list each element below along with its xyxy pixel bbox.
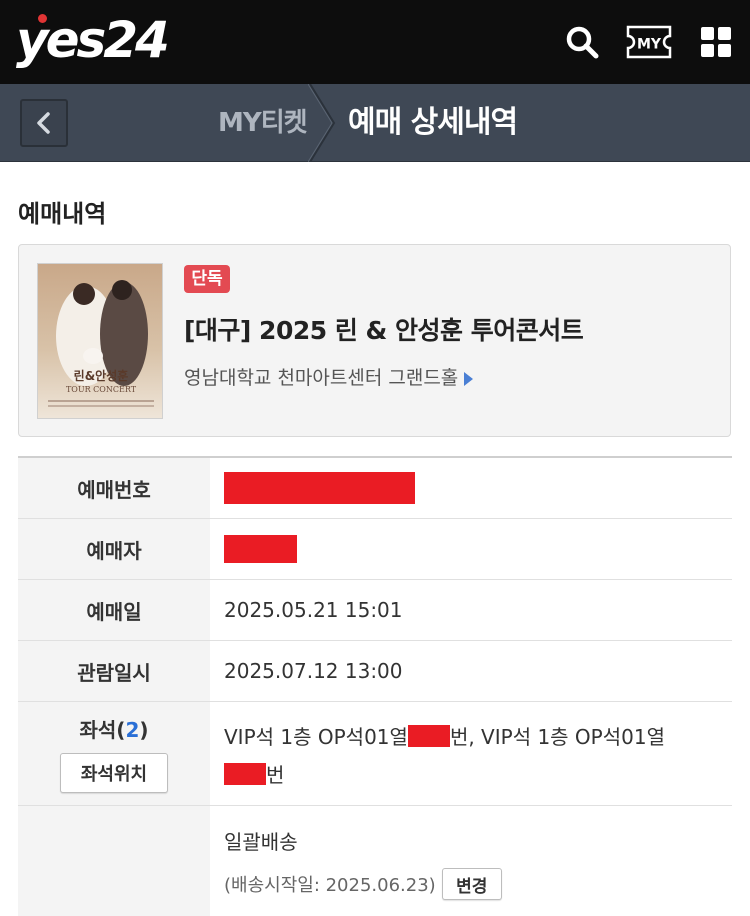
logo-dot xyxy=(38,14,47,23)
venue-link[interactable]: 영남대학교 천마아트센터 그랜드홀 xyxy=(184,363,474,390)
delivery-method: 일괄배송 xyxy=(224,830,298,854)
row-seats: 좌석(2) 좌석위치 VIP석 1층 OP석01열 번, VIP석 1층 OP석0… xyxy=(18,702,732,806)
chevron-left-icon xyxy=(37,112,50,134)
viewing-date-label: 관람일시 xyxy=(18,641,210,701)
row-booking-number: 예매번호 xyxy=(18,458,732,519)
poster-subtitle: TOUR CONCERT xyxy=(66,385,137,394)
venue-name: 영남대학교 천마아트센터 그랜드홀 xyxy=(184,367,459,389)
event-title[interactable]: [대구] 2025 린 & 안성훈 투어콘서트 xyxy=(184,311,584,347)
row-booker: 예매자 xyxy=(18,519,732,580)
row-delivery: 일괄배송 (배송시작일: 2025.06.23) 변경 xyxy=(18,806,732,916)
seat-count: 2 xyxy=(125,718,140,742)
booker-label: 예매자 xyxy=(18,519,210,579)
seat-number-redacted xyxy=(224,763,266,785)
booking-number-label: 예매번호 xyxy=(18,458,210,518)
breadcrumb-parent[interactable]: MY티켓 xyxy=(218,84,308,162)
seat-map-button[interactable]: 좌석위치 xyxy=(60,753,168,793)
my-ticket-icon[interactable]: MY xyxy=(624,22,674,62)
booking-date-label: 예매일 xyxy=(18,580,210,640)
delivery-start-date: (배송시작일: 2025.06.23) xyxy=(224,875,436,896)
seats-label: 좌석(2) xyxy=(79,718,149,742)
breadcrumb-separator xyxy=(308,84,336,162)
section-title: 예매내역 xyxy=(18,200,107,228)
row-booking-date: 예매일 2025.05.21 15:01 xyxy=(18,580,732,641)
seat-number-redacted xyxy=(407,725,450,747)
exclusive-badge: 단독 xyxy=(184,265,230,293)
top-header: yes24 MY xyxy=(0,0,750,84)
yes24-logo[interactable]: yes24 xyxy=(16,8,170,72)
event-poster[interactable]: 린&안성훈 TOUR CONCERT xyxy=(37,263,163,419)
row-viewing-date: 관람일시 2025.07.12 13:00 xyxy=(18,641,732,702)
poster-headline: 린&안성훈 xyxy=(74,368,129,383)
booking-number-redacted xyxy=(224,472,415,504)
event-card: 린&안성훈 TOUR CONCERT 단독 [대구] 2025 린 & 안성훈 … xyxy=(18,244,731,437)
sub-header: MY티켓 예매 상세내역 xyxy=(0,84,750,162)
booker-name-redacted xyxy=(224,535,297,563)
play-arrow-icon xyxy=(464,371,474,386)
change-delivery-button[interactable]: 변경 xyxy=(441,868,502,900)
page-title: 예매 상세내역 xyxy=(348,105,518,140)
booking-date-value: 2025.05.21 15:01 xyxy=(224,598,403,622)
booking-detail-table: 예매번호 예매자 예매일 2025.05.21 15:01 관람일시 2025.… xyxy=(18,456,732,916)
my-label: MY xyxy=(637,37,662,53)
back-button[interactable] xyxy=(20,99,68,147)
grid-menu-icon[interactable] xyxy=(696,22,736,62)
header-actions: MY xyxy=(562,22,736,62)
viewing-date-value: 2025.07.12 13:00 xyxy=(224,659,403,683)
search-icon[interactable] xyxy=(562,22,602,62)
seats-value: VIP석 1층 OP석01열 번, VIP석 1층 OP석01열 번 xyxy=(224,725,665,787)
